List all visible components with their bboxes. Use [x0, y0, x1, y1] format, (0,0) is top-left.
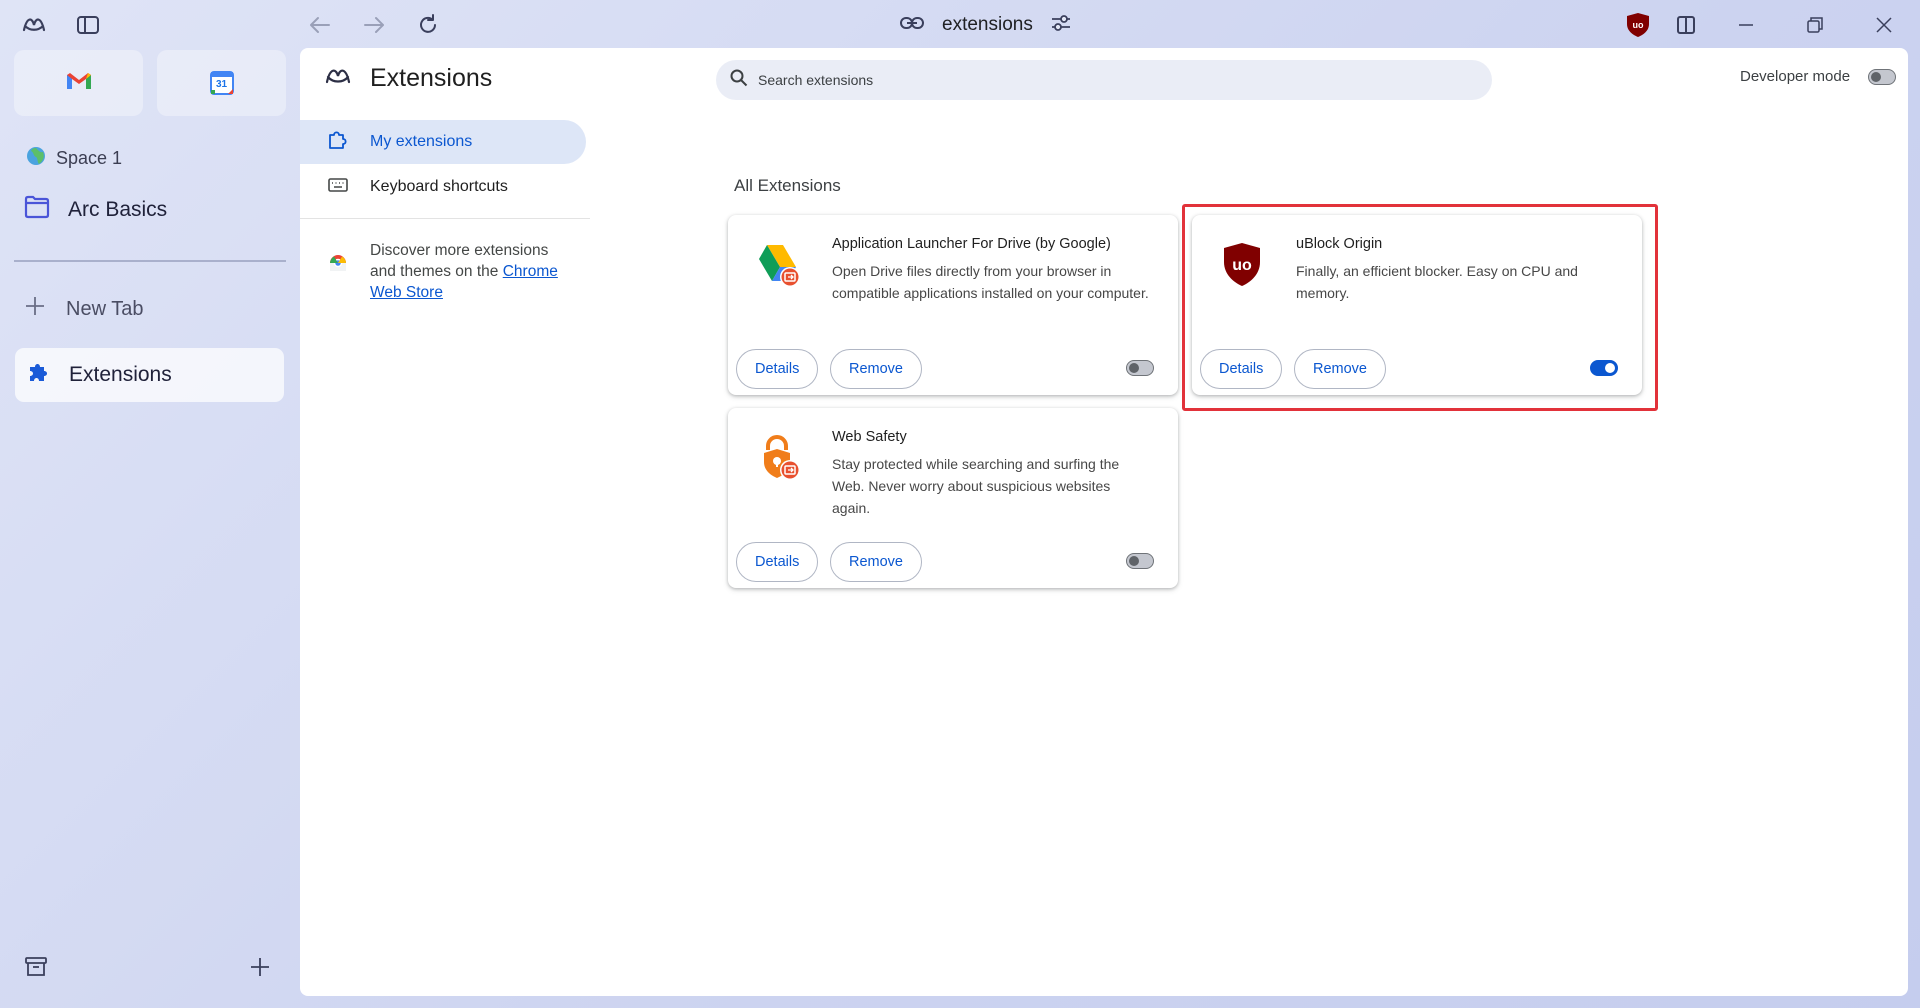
- restore-icon[interactable]: [1797, 7, 1833, 43]
- minimize-icon[interactable]: [1728, 7, 1764, 43]
- web-store-promo: Discover more extensions and themes on t…: [328, 240, 570, 303]
- space-label-row[interactable]: Space 1: [26, 146, 122, 171]
- extension-description: Stay protected while searching and surfi…: [832, 456, 1120, 516]
- details-button[interactable]: Details: [736, 542, 819, 582]
- folder-arc-basics[interactable]: Arc Basics: [24, 195, 167, 225]
- extension-enable-toggle[interactable]: [1590, 360, 1618, 376]
- keyboard-icon: [328, 177, 348, 197]
- extension-description: Open Drive files directly from your brow…: [832, 263, 1149, 301]
- sidebar-tab-extensions[interactable]: Extensions: [15, 348, 284, 402]
- details-button[interactable]: Details: [1200, 349, 1283, 389]
- forward-icon[interactable]: [356, 7, 392, 43]
- extension-name: uBlock Origin: [1296, 236, 1383, 252]
- add-space-icon[interactable]: [248, 955, 272, 984]
- google-drive-icon: [752, 239, 804, 291]
- chrome-web-store-icon: [328, 240, 348, 303]
- developer-mode-control: Developer mode: [1740, 68, 1897, 85]
- url-text[interactable]: extensions: [942, 14, 1033, 36]
- nav-my-extensions[interactable]: My extensions: [300, 120, 586, 164]
- sidebar: 31 Space 1 Arc Basics New Tab Extensions: [0, 50, 300, 1008]
- sidebar-toggle-icon[interactable]: [70, 7, 106, 43]
- sidebar-divider: [14, 260, 286, 262]
- extension-description: Finally, an efficient blocker. Easy on C…: [1296, 263, 1578, 301]
- toggle-knob: [1129, 556, 1139, 566]
- extension-card-app-launcher: Application Launcher For Drive (by Googl…: [728, 215, 1178, 395]
- page-header: Extensions: [324, 64, 492, 93]
- arc-extensions-logo-icon: [324, 64, 352, 93]
- details-button[interactable]: Details: [736, 349, 819, 389]
- split-view-icon[interactable]: [1668, 7, 1704, 43]
- pinned-tab-gmail[interactable]: [14, 50, 143, 116]
- nav-keyboard-shortcuts[interactable]: Keyboard shortcuts: [300, 165, 586, 209]
- link-icon[interactable]: [900, 16, 924, 35]
- nav-keyboard-shortcuts-label: Keyboard shortcuts: [370, 178, 508, 195]
- extension-card-ublock-origin: uo uBlock Origin Finally, an efficient b…: [1192, 215, 1642, 395]
- folder-icon: [24, 195, 50, 225]
- svg-text:uo: uo: [1633, 20, 1644, 30]
- extensions-page: Extensions Developer mode My extensions …: [300, 48, 1908, 996]
- toggle-knob: [1129, 363, 1139, 373]
- space-label: Space 1: [56, 148, 123, 168]
- reload-icon[interactable]: [410, 7, 446, 43]
- url-bar[interactable]: extensions: [900, 8, 1071, 42]
- title-bar: extensions uo: [0, 0, 1920, 50]
- promo-text: Discover more extensions and themes on t…: [370, 240, 570, 303]
- pinned-tab-calendar[interactable]: 31: [157, 50, 286, 116]
- sliders-icon[interactable]: [1051, 14, 1071, 37]
- puzzle-icon: [27, 361, 49, 389]
- svg-text:uo: uo: [1232, 257, 1252, 274]
- web-safety-lock-icon: [752, 432, 804, 484]
- calendar-badge: 31: [215, 79, 228, 90]
- extension-card-web-safety: Web Safety Stay protected while searchin…: [728, 408, 1178, 588]
- remove-button[interactable]: Remove: [830, 542, 922, 582]
- globe-icon: [26, 146, 46, 171]
- section-title: All Extensions: [734, 176, 841, 195]
- nav-my-extensions-label: My extensions: [370, 133, 473, 150]
- calendar-icon: 31: [209, 71, 234, 95]
- puzzle-outline-icon: [328, 130, 348, 155]
- developer-mode-label: Developer mode: [1740, 68, 1851, 85]
- new-tab-button[interactable]: New Tab: [24, 295, 143, 323]
- close-icon[interactable]: [1866, 7, 1902, 43]
- extension-name: Web Safety: [832, 429, 907, 445]
- extension-enable-toggle[interactable]: [1126, 360, 1154, 376]
- folder-label: Arc Basics: [68, 198, 168, 221]
- archive-icon[interactable]: [24, 955, 48, 984]
- new-tab-label: New Tab: [66, 297, 144, 320]
- search-box[interactable]: [716, 60, 1492, 100]
- toggle-knob: [1871, 71, 1882, 82]
- developer-mode-toggle[interactable]: [1868, 68, 1897, 85]
- page-title: Extensions: [370, 64, 493, 92]
- tab-label: Extensions: [69, 363, 172, 386]
- extension-enable-toggle[interactable]: [1126, 553, 1154, 569]
- remove-button[interactable]: Remove: [830, 349, 922, 389]
- plus-icon: [24, 295, 46, 323]
- search-icon: [730, 69, 748, 92]
- back-icon[interactable]: [302, 7, 338, 43]
- ublock-toolbar-icon[interactable]: uo: [1620, 7, 1656, 43]
- remove-button[interactable]: Remove: [1294, 349, 1386, 389]
- arc-logo-icon[interactable]: [16, 7, 52, 43]
- search-input[interactable]: [758, 72, 1458, 88]
- nav-divider: [300, 218, 590, 219]
- gmail-icon: [66, 71, 92, 96]
- ublock-origin-icon: uo: [1216, 239, 1268, 291]
- extension-name: Application Launcher For Drive (by Googl…: [832, 236, 1111, 252]
- toggle-knob: [1605, 363, 1615, 373]
